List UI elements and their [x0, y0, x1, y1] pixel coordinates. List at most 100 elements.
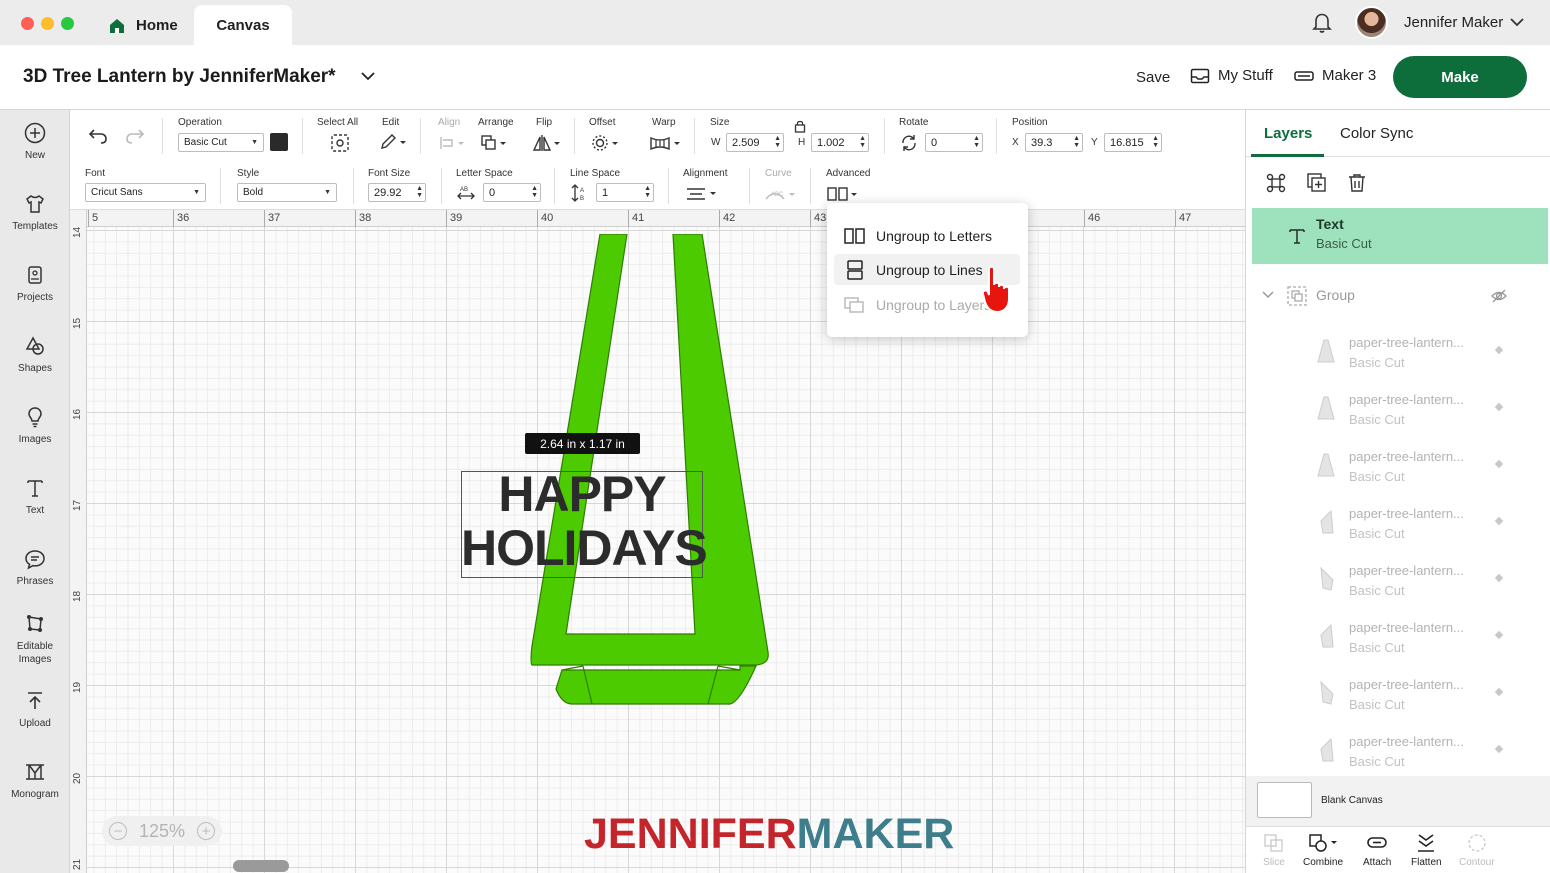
- font-size-input[interactable]: 29.92 ▲ ▼: [368, 183, 426, 202]
- position-y-input[interactable]: 16.815 ▲ ▼: [1104, 133, 1162, 152]
- layer-options-dot[interactable]: [1494, 630, 1504, 640]
- redo-icon[interactable]: [124, 127, 146, 145]
- stepper-icon[interactable]: ▲ ▼: [1152, 135, 1159, 149]
- group-icon[interactable]: [1265, 172, 1287, 194]
- nav-projects[interactable]: Projects: [0, 264, 70, 304]
- divider: [574, 118, 575, 154]
- nav-new[interactable]: New: [0, 122, 70, 162]
- nav-images[interactable]: Images: [0, 406, 70, 446]
- nav-upload[interactable]: Upload: [0, 690, 70, 730]
- layer-item[interactable]: paper-tree-lantern... Basic Cut: [1246, 322, 1550, 378]
- bell-icon[interactable]: [1310, 10, 1334, 34]
- trash-icon[interactable]: [1346, 172, 1368, 194]
- layer-options-dot[interactable]: [1494, 516, 1504, 526]
- blank-canvas-row[interactable]: Blank Canvas: [1246, 776, 1550, 826]
- lock-icon[interactable]: [794, 119, 806, 133]
- height-input[interactable]: 1.002 ▲ ▼: [811, 133, 869, 152]
- avatar[interactable]: [1355, 6, 1388, 39]
- chevron-down-icon[interactable]: [360, 69, 376, 83]
- layer-item[interactable]: paper-tree-lantern... Basic Cut: [1246, 607, 1550, 663]
- layer-item[interactable]: paper-tree-lantern... Basic Cut: [1246, 550, 1550, 606]
- layer-options-dot[interactable]: [1494, 687, 1504, 697]
- letter-space-input[interactable]: 0 ▲ ▼: [483, 183, 541, 202]
- stepper-icon[interactable]: ▲ ▼: [774, 135, 781, 149]
- ungroup-to-letters-item[interactable]: Ungroup to Letters: [834, 220, 1020, 251]
- tab-canvas[interactable]: Canvas: [194, 5, 292, 45]
- eye-hidden-icon[interactable]: [1491, 288, 1507, 304]
- tab-home[interactable]: Home: [100, 6, 192, 45]
- chevron-down-icon[interactable]: [1509, 14, 1525, 30]
- layer-options-dot[interactable]: [1494, 744, 1504, 754]
- combine-button[interactable]: Combine: [1303, 833, 1343, 868]
- layer-text-selected[interactable]: Text Basic Cut: [1252, 208, 1548, 264]
- advanced-ungroup-icon[interactable]: [827, 186, 861, 202]
- happy-holidays-text[interactable]: HAPPY HOLIDAYS: [461, 467, 708, 575]
- user-name[interactable]: Jennifer Maker: [1404, 14, 1503, 31]
- layer-item[interactable]: paper-tree-lantern... Basic Cut: [1246, 436, 1550, 492]
- layer-item[interactable]: paper-tree-lantern... Basic Cut: [1246, 379, 1550, 435]
- chevron-down-icon[interactable]: [1261, 289, 1275, 301]
- flip-icon[interactable]: [532, 133, 562, 153]
- stepper-icon[interactable]: ▲ ▼: [1073, 135, 1080, 149]
- layer-options-dot[interactable]: [1494, 345, 1504, 355]
- layer-options-dot[interactable]: [1494, 573, 1504, 583]
- contour-button[interactable]: Contour: [1459, 833, 1495, 868]
- nav-editable-images[interactable]: Editable Images: [0, 613, 70, 666]
- horizontal-scrollbar[interactable]: [233, 860, 289, 872]
- stepper-icon[interactable]: ▲ ▼: [973, 135, 980, 149]
- layer-item[interactable]: paper-tree-lantern... Basic Cut: [1246, 493, 1550, 549]
- color-swatch[interactable]: [270, 133, 288, 151]
- zoom-out-button[interactable]: −: [109, 822, 127, 840]
- stepper-icon[interactable]: ▲ ▼: [644, 185, 651, 199]
- save-button[interactable]: Save: [1136, 69, 1170, 86]
- canvas-color-swatch[interactable]: [1257, 782, 1312, 818]
- layer-item[interactable]: paper-tree-lantern... Basic Cut: [1246, 721, 1550, 777]
- nav-templates[interactable]: Templates: [0, 193, 70, 233]
- make-button[interactable]: Make: [1393, 56, 1527, 98]
- stepper-icon[interactable]: ▲ ▼: [859, 135, 866, 149]
- minimize-window-button[interactable]: [41, 17, 54, 30]
- stepper-icon[interactable]: ▲ ▼: [416, 185, 423, 199]
- leaf-piece-icon: [1320, 623, 1334, 648]
- font-select[interactable]: Cricut Sans: [85, 183, 206, 202]
- layer-item[interactable]: paper-tree-lantern... Basic Cut: [1246, 664, 1550, 720]
- svg-text:AB: AB: [460, 187, 468, 193]
- rotate-input[interactable]: 0 ▲ ▼: [925, 133, 983, 152]
- project-title[interactable]: 3D Tree Lantern by JenniferMaker*: [23, 66, 336, 88]
- attach-button[interactable]: Attach: [1363, 833, 1391, 868]
- operation-select[interactable]: Basic Cut: [178, 133, 264, 152]
- machine-selector[interactable]: Maker 3: [1294, 67, 1376, 84]
- stepper-icon[interactable]: ▲ ▼: [531, 185, 538, 199]
- style-select[interactable]: Bold: [237, 183, 337, 202]
- tab-layers[interactable]: Layers: [1264, 125, 1312, 142]
- offset-icon[interactable]: [590, 133, 620, 153]
- zoom-in-button[interactable]: +: [196, 822, 215, 840]
- zoom-window-button[interactable]: [61, 17, 74, 30]
- nav-shapes[interactable]: Shapes: [0, 335, 70, 375]
- tab-color-sync[interactable]: Color Sync: [1340, 125, 1413, 142]
- close-window-button[interactable]: [21, 17, 34, 30]
- line-space-input[interactable]: 1 ▲ ▼: [596, 183, 654, 202]
- rotate-icon[interactable]: [900, 134, 918, 152]
- layer-group[interactable]: Group: [1246, 281, 1550, 311]
- width-input[interactable]: 2.509 ▲ ▼: [726, 133, 784, 152]
- leaf-piece-icon: [1320, 566, 1334, 591]
- warp-icon[interactable]: [649, 134, 683, 152]
- nav-monogram[interactable]: Monogram: [0, 761, 70, 801]
- design-canvas[interactable]: 5 36 37 38 39 40 41 42 43 44 45 46 47 14…: [70, 210, 1245, 873]
- nav-text[interactable]: Text: [0, 477, 70, 517]
- duplicate-icon[interactable]: [1306, 172, 1328, 194]
- arrange-icon[interactable]: [480, 134, 508, 152]
- text-align-icon[interactable]: [685, 186, 719, 202]
- layer-options-dot[interactable]: [1494, 402, 1504, 412]
- svg-text:B: B: [580, 196, 584, 202]
- slice-button[interactable]: Slice: [1263, 833, 1285, 868]
- position-x-input[interactable]: 39.3 ▲ ▼: [1025, 133, 1083, 152]
- pencil-icon[interactable]: [379, 133, 407, 151]
- select-all-icon[interactable]: [330, 133, 350, 153]
- my-stuff-button[interactable]: My Stuff: [1190, 67, 1273, 84]
- layer-options-dot[interactable]: [1494, 459, 1504, 469]
- nav-phrases[interactable]: Phrases: [0, 548, 70, 588]
- flatten-button[interactable]: Flatten: [1411, 833, 1442, 868]
- undo-icon[interactable]: [87, 127, 109, 145]
